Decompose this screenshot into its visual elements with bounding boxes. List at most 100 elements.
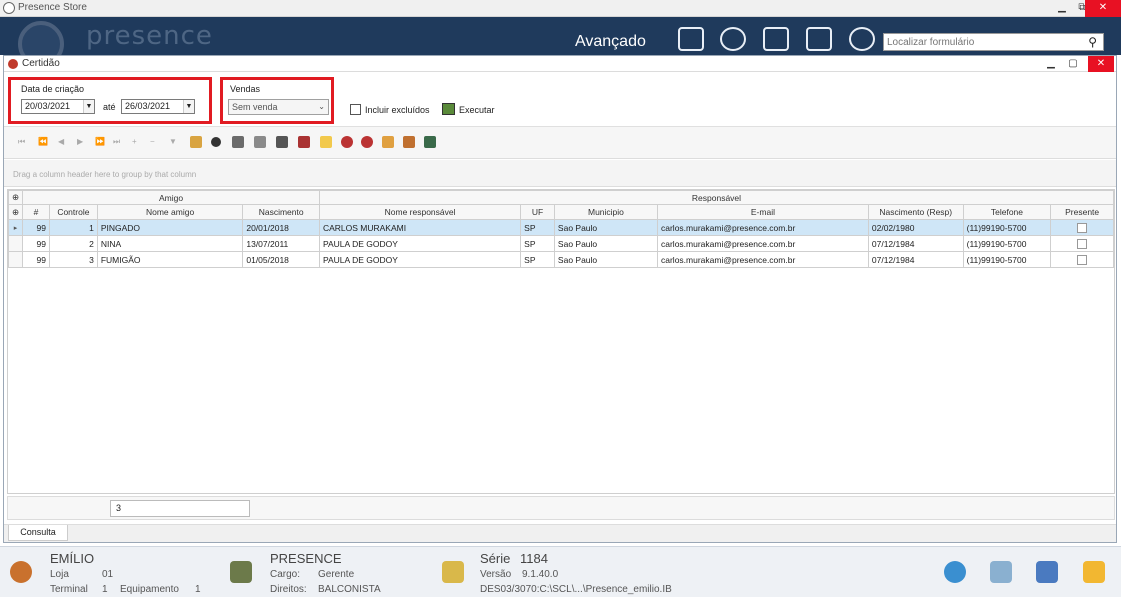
next-page-icon[interactable]: ⏩ [95, 137, 105, 146]
help-icon[interactable] [720, 27, 746, 51]
cell-nascimento-resp[interactable]: 07/12/1984 [867, 251, 964, 268]
cell-email[interactable]: carlos.murakami@presence.com.br [657, 235, 869, 252]
cell-uf[interactable]: SP [520, 219, 555, 236]
network-icon[interactable] [806, 27, 832, 51]
delete-record-icon[interactable]: − [150, 137, 155, 146]
cell-num[interactable]: 99 [22, 219, 50, 236]
cell-nascimento-resp[interactable]: 07/12/1984 [867, 235, 964, 252]
date-to-field[interactable]: 26/03/2021 ▼ [121, 99, 195, 114]
cell-telefone[interactable]: (11)99190-5700 [962, 235, 1052, 252]
col-municipio[interactable]: Municipio [553, 204, 659, 220]
cell-nome-responsavel[interactable]: PAULA DE GODOY [318, 235, 522, 252]
col-nome-responsavel[interactable]: Nome responsável [318, 204, 522, 220]
col-presente[interactable]: Presente [1050, 204, 1114, 220]
insert-record-icon[interactable]: + [132, 137, 137, 146]
band-amigo[interactable]: Amigo [22, 190, 320, 205]
cell-nome-amigo[interactable]: PINGADO [96, 219, 244, 236]
preview-icon[interactable] [254, 136, 266, 148]
col-email[interactable]: E-mail [657, 204, 869, 220]
next-record-icon[interactable]: ▶ [77, 137, 83, 146]
table-row[interactable]: 99 3 FUMIGÃO 01/05/2018 PAULA DE GODOY S… [8, 251, 1114, 268]
cell-uf[interactable]: SP [520, 235, 555, 252]
cell-uf[interactable]: SP [520, 251, 555, 268]
brand-logo-text: presence [86, 21, 213, 51]
chat-icon[interactable] [1083, 561, 1105, 583]
cell-controle[interactable]: 1 [48, 219, 98, 236]
close-button[interactable]: ✕ [1085, 0, 1121, 17]
band-responsavel[interactable]: Responsável [318, 190, 1114, 205]
chart-icon[interactable] [1036, 561, 1058, 583]
advanced-label[interactable]: Avançado [575, 33, 646, 51]
presente-checkbox[interactable] [1077, 254, 1088, 265]
settings-icon[interactable] [849, 27, 875, 51]
cell-email[interactable]: carlos.murakami@presence.com.br [657, 219, 869, 236]
cell-nome-amigo[interactable]: NINA [96, 235, 244, 252]
cell-num[interactable]: 99 [22, 235, 50, 252]
cell-nascimento[interactable]: 13/07/2011 [242, 235, 320, 252]
col-telefone[interactable]: Telefone [962, 204, 1052, 220]
chevron-down-icon[interactable]: ▼ [83, 100, 94, 113]
users-icon[interactable] [763, 27, 789, 51]
form-search-input[interactable] [884, 34, 1074, 50]
cell-telefone[interactable]: (11)99190-5700 [962, 219, 1052, 236]
edit-icon[interactable] [190, 136, 202, 148]
filter-icon[interactable]: ▼ [169, 137, 177, 146]
layout-icon[interactable] [382, 136, 394, 148]
cell-municipio[interactable]: Sao Paulo [553, 235, 659, 252]
group-by-panel[interactable]: Drag a column header here to group by th… [4, 160, 1116, 187]
table-row[interactable]: 99 2 NINA 13/07/2011 PAULA DE GODOY SP S… [8, 235, 1114, 252]
window-minimize-button[interactable]: ▁ [1040, 56, 1062, 72]
chevron-down-icon[interactable]: ▼ [183, 100, 194, 113]
cell-nome-responsavel[interactable]: PAULA DE GODOY [318, 251, 522, 268]
news-icon[interactable] [678, 27, 704, 51]
cell-nascimento-resp[interactable]: 02/02/1980 [867, 219, 964, 236]
sales-select[interactable]: Sem venda ⌄ [228, 99, 329, 115]
print-icon[interactable] [276, 136, 288, 148]
excel-icon[interactable] [424, 136, 436, 148]
cell-controle[interactable]: 3 [48, 251, 98, 268]
table-row[interactable]: ▸ 99 1 PINGADO 20/01/2018 CARLOS MURAKAM… [8, 219, 1114, 236]
search-icon[interactable]: ⚲ [1088, 35, 1097, 49]
cell-municipio[interactable]: Sao Paulo [553, 251, 659, 268]
folder-icon[interactable] [320, 136, 332, 148]
col-uf[interactable]: UF [520, 204, 555, 220]
col-nascimento-resp[interactable]: Nascimento (Resp) [867, 204, 964, 220]
properties-icon[interactable] [232, 136, 244, 148]
cell-telefone[interactable]: (11)99190-5700 [962, 251, 1052, 268]
zoom-in-icon[interactable] [341, 136, 353, 148]
message-icon[interactable] [990, 561, 1012, 583]
tab-consulta[interactable]: Consulta [8, 525, 68, 541]
columns-icon[interactable] [403, 136, 415, 148]
prev-record-icon[interactable]: ◀ [58, 137, 64, 146]
refresh-icon[interactable] [211, 137, 221, 147]
cell-nome-amigo[interactable]: FUMIGÃO [96, 251, 244, 268]
last-record-icon[interactable]: ⏭ [113, 137, 120, 147]
window-maximize-button[interactable]: ▢ [1062, 56, 1084, 72]
col-nome-amigo[interactable]: Nome amigo [96, 204, 244, 220]
cell-nascimento[interactable]: 20/01/2018 [242, 219, 320, 236]
prev-page-icon[interactable]: ⏪ [38, 137, 48, 146]
presente-checkbox[interactable] [1077, 222, 1088, 233]
sync-icon[interactable] [944, 561, 966, 583]
direitos-label: Direitos: [270, 584, 307, 595]
zoom-out-icon[interactable] [361, 136, 373, 148]
cell-nascimento[interactable]: 01/05/2018 [242, 251, 320, 268]
cell-num[interactable]: 99 [22, 251, 50, 268]
presente-checkbox[interactable] [1077, 238, 1088, 249]
col-nascimento[interactable]: Nascimento [242, 204, 320, 220]
cell-controle[interactable]: 2 [48, 235, 98, 252]
date-from-field[interactable]: 20/03/2021 ▼ [21, 99, 95, 114]
include-deleted-checkbox[interactable] [350, 104, 361, 115]
col-num[interactable]: # [22, 204, 50, 220]
window-close-button[interactable]: ✕ [1088, 56, 1114, 72]
execute-button[interactable]: Executar [459, 105, 495, 115]
include-deleted-label[interactable]: Incluir excluídos [365, 105, 430, 115]
cell-nome-responsavel[interactable]: CARLOS MURAKAMI [318, 219, 522, 236]
first-record-icon[interactable]: ⏮ [18, 137, 25, 147]
col-controle[interactable]: Controle [48, 204, 98, 220]
cell-email[interactable]: carlos.murakami@presence.com.br [657, 251, 869, 268]
export-icon[interactable] [298, 136, 310, 148]
execute-icon[interactable] [442, 103, 455, 115]
chevron-down-icon[interactable]: ⌄ [318, 100, 325, 114]
cell-municipio[interactable]: Sao Paulo [553, 219, 659, 236]
